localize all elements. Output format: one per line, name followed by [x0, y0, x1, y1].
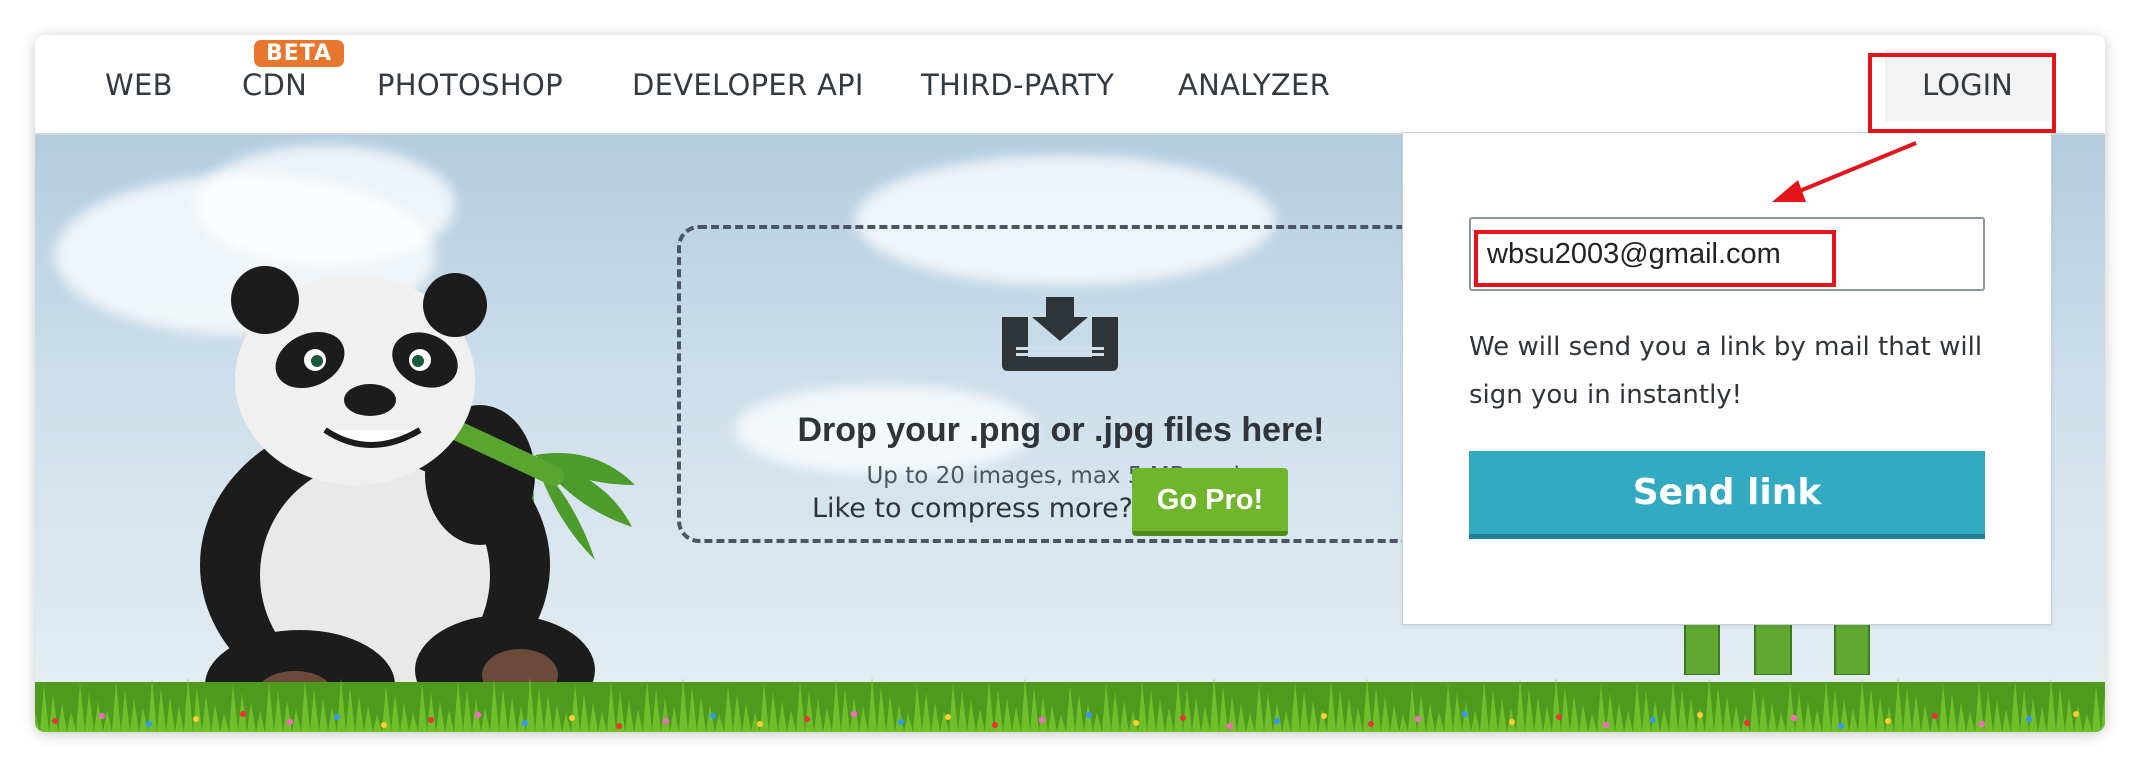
promo-text: Like to compress more?: [812, 493, 1134, 524]
top-navigation: WEB CDN BETA PHOTOSHOP DEVELOPER API THI…: [35, 35, 2105, 135]
drop-zone-subtitle: Up to 20 images, max 5 MB each.: [866, 463, 1256, 489]
login-button[interactable]: LOGIN: [1885, 49, 2050, 121]
nav-item-third-party[interactable]: THIRD-PARTY: [921, 63, 1114, 107]
nav-item-web[interactable]: WEB: [105, 63, 173, 107]
nav-item-photoshop[interactable]: PHOTOSHOP: [377, 63, 563, 107]
grass-decoration: [35, 677, 2105, 732]
nav-item-developer-api[interactable]: DEVELOPER API: [632, 63, 864, 107]
go-pro-button[interactable]: Go Pro!: [1132, 468, 1288, 536]
cloud: [195, 145, 455, 265]
app-window: WEB CDN BETA PHOTOSHOP DEVELOPER API THI…: [35, 35, 2105, 732]
email-input[interactable]: [1469, 217, 1985, 291]
drop-zone-title: Drop your .png or .jpg files here!: [797, 411, 1325, 449]
nav-item-analyzer[interactable]: ANALYZER: [1178, 63, 1330, 107]
beta-badge: BETA: [254, 40, 344, 67]
login-popover: We will send you a link by mail that wil…: [1402, 132, 2052, 625]
download-tray-icon: [1002, 297, 1118, 371]
login-info-text: We will send you a link by mail that wil…: [1469, 332, 1983, 410]
send-link-button[interactable]: Send link: [1469, 451, 1985, 539]
nav-item-cdn[interactable]: CDN: [242, 63, 307, 107]
